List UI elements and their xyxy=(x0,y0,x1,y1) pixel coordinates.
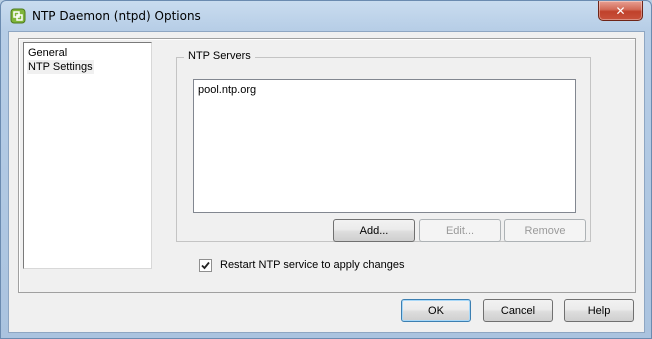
remove-server-button[interactable]: Remove xyxy=(504,219,586,242)
add-server-button[interactable]: Add... xyxy=(333,219,415,242)
help-button[interactable]: Help xyxy=(564,299,634,322)
list-item[interactable]: pool.ntp.org xyxy=(198,83,256,97)
window-title: NTP Daemon (ntpd) Options xyxy=(32,9,201,23)
vsphere-app-icon xyxy=(10,8,26,24)
ok-button-label: OK xyxy=(428,304,444,317)
close-button[interactable]: ✕ xyxy=(598,1,643,21)
restart-service-option[interactable]: Restart NTP service to apply changes xyxy=(199,258,404,272)
cancel-button-label: Cancel xyxy=(500,304,536,317)
ntp-server-list[interactable]: pool.ntp.org xyxy=(193,79,576,213)
dialog-client-area: General NTP Settings NTP Servers pool.nt… xyxy=(8,31,645,333)
edit-server-button[interactable]: Edit... xyxy=(419,219,501,242)
ok-button[interactable]: OK xyxy=(401,299,471,322)
help-button-label: Help xyxy=(587,304,611,317)
dialog-window: NTP Daemon (ntpd) Options ✕ General NTP … xyxy=(0,0,652,339)
edit-button-label: Edit... xyxy=(445,224,475,237)
checkmark-icon xyxy=(201,261,210,269)
title-bar[interactable]: NTP Daemon (ntpd) Options ✕ xyxy=(1,1,651,31)
restart-service-checkbox[interactable] xyxy=(199,258,212,272)
close-icon: ✕ xyxy=(615,3,626,18)
restart-service-label: Restart NTP service to apply changes xyxy=(220,259,405,271)
add-button-label: Add... xyxy=(359,224,389,237)
settings-nav-list[interactable]: General NTP Settings xyxy=(23,42,152,269)
ntp-servers-group-label: NTP Servers xyxy=(184,50,255,62)
nav-item-label: NTP Settings xyxy=(28,61,93,73)
nav-item-label: General xyxy=(28,47,68,59)
nav-item-general[interactable]: General xyxy=(27,46,68,60)
cancel-button[interactable]: Cancel xyxy=(483,299,553,322)
remove-button-label: Remove xyxy=(524,224,566,237)
nav-item-ntp-settings[interactable]: NTP Settings xyxy=(27,60,94,74)
